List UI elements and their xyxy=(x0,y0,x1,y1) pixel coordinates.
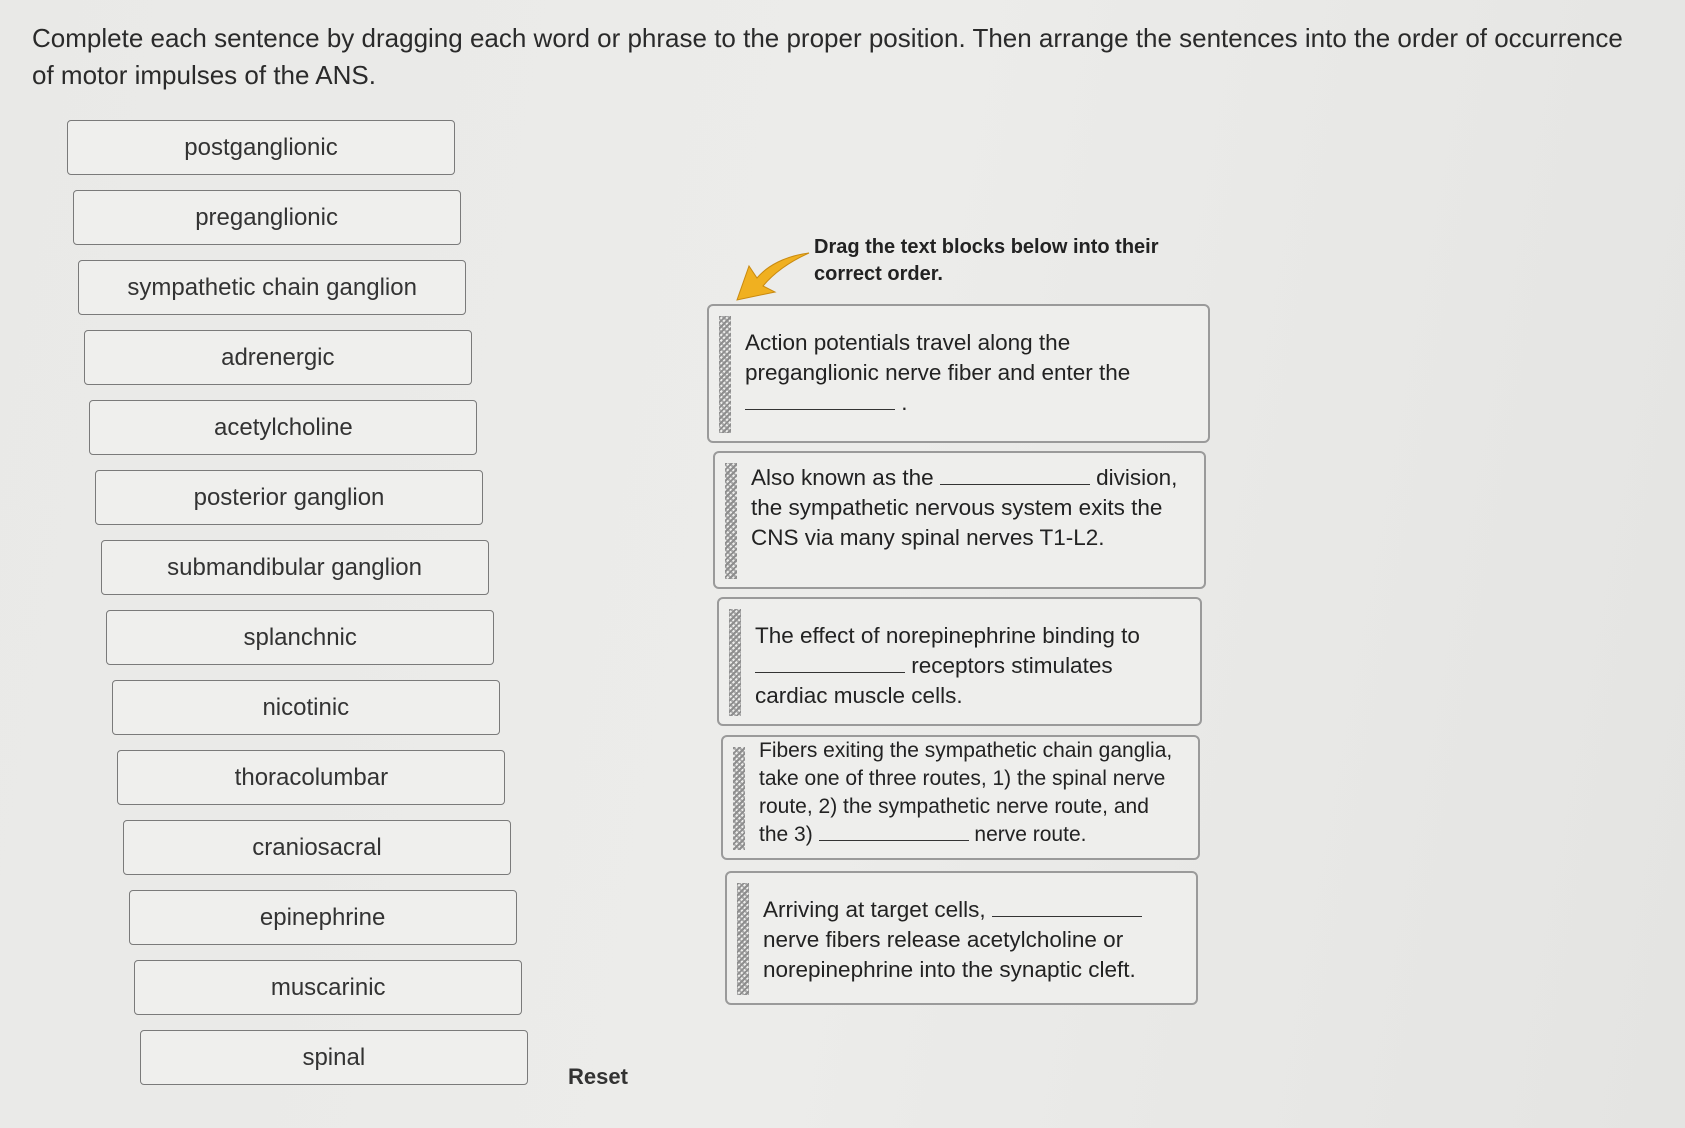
word-tile[interactable]: posterior ganglion xyxy=(95,470,483,525)
reset-button[interactable]: Reset xyxy=(568,1064,628,1090)
sentence-block[interactable]: Fibers exiting the sympathetic chain gan… xyxy=(721,735,1200,860)
word-tile[interactable]: thoracolumbar xyxy=(117,750,506,805)
word-tile[interactable]: muscarinic xyxy=(134,960,523,1015)
sentence-text-before: Also known as the xyxy=(751,465,934,490)
drop-blank[interactable] xyxy=(991,898,1142,917)
sentence-text-before: Arriving at target cells, xyxy=(763,897,986,922)
sentence-block[interactable]: Arriving at target cells, nerve fibers r… xyxy=(725,871,1198,1005)
arrow-down-left-icon xyxy=(736,252,810,301)
drag-handle-icon[interactable] xyxy=(719,316,731,433)
word-tile[interactable]: acetylcholine xyxy=(89,400,478,455)
word-tile[interactable]: submandibular ganglion xyxy=(100,540,489,595)
word-tile[interactable]: adrenergic xyxy=(83,330,472,385)
drag-handle-icon[interactable] xyxy=(737,883,749,995)
drag-handle-icon[interactable] xyxy=(733,747,745,850)
word-tile[interactable]: postganglionic xyxy=(67,120,455,175)
drop-blank[interactable] xyxy=(818,822,969,841)
sentence-block[interactable]: Also known as the division, the sympathe… xyxy=(713,451,1206,589)
word-tile[interactable]: nicotinic xyxy=(111,680,500,735)
sentence-text-after: nerve route. xyxy=(974,823,1087,846)
word-tile[interactable]: spinal xyxy=(139,1030,528,1085)
word-tile[interactable]: sympathetic chain ganglion xyxy=(78,260,467,315)
drag-hint: Drag the text blocks below into their co… xyxy=(814,236,1159,285)
instructions: Complete each sentence by dragging each … xyxy=(32,23,1623,90)
word-tile[interactable]: craniosacral xyxy=(123,820,511,875)
drag-handle-icon[interactable] xyxy=(729,609,741,716)
sentence-block[interactable]: The effect of norepinephrine binding to … xyxy=(717,597,1202,726)
word-tile[interactable]: epinephrine xyxy=(128,890,517,945)
drop-blank[interactable] xyxy=(745,391,895,410)
sentence-text-after: nerve fibers release acetylcholine or no… xyxy=(763,927,1136,982)
drop-blank[interactable] xyxy=(755,654,905,673)
drop-blank[interactable] xyxy=(939,466,1090,485)
sentence-text-after: . xyxy=(901,390,908,415)
drag-handle-icon[interactable] xyxy=(725,463,737,579)
sentence-block[interactable]: Action potentials travel along the prega… xyxy=(707,304,1210,443)
sentence-text-before: Action potentials travel along the prega… xyxy=(745,330,1131,385)
word-tile[interactable]: preganglionic xyxy=(72,190,461,245)
word-tile[interactable]: splanchnic xyxy=(106,610,495,665)
sentence-text-before: The effect of norepinephrine binding to xyxy=(755,623,1140,648)
